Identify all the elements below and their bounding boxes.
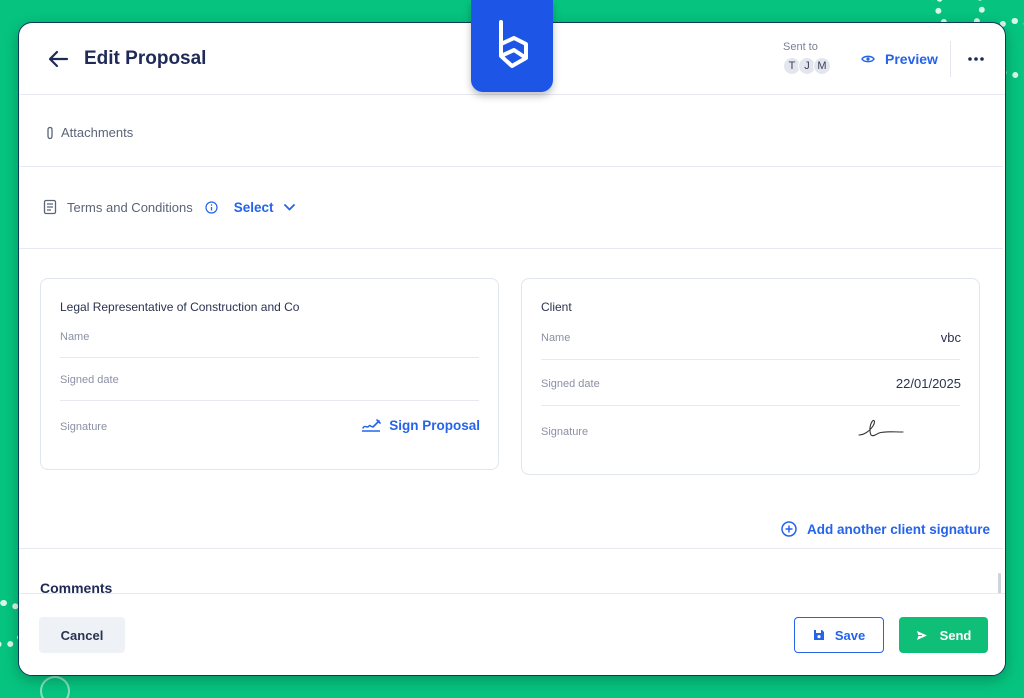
document-icon <box>43 199 57 215</box>
signature-pen-icon <box>362 418 382 432</box>
preview-label: Preview <box>885 51 938 67</box>
page-title: Edit Proposal <box>84 48 207 69</box>
eye-icon <box>861 55 875 63</box>
card-title: Legal Representative of Construction and… <box>60 300 300 314</box>
name-label: Name <box>541 332 571 344</box>
attachments-section: Attachments <box>19 95 1003 167</box>
save-label: Save <box>834 627 866 643</box>
editor-footer: Cancel Save Send <box>19 593 1005 675</box>
terms-select-dropdown[interactable]: Select <box>234 200 295 215</box>
terms-select-label: Select <box>233 199 274 215</box>
name-value: vbc <box>940 330 961 345</box>
sign-proposal-button[interactable]: Sign Proposal <box>361 418 480 433</box>
sign-proposal-label: Sign Proposal <box>389 418 480 433</box>
cube-logo-icon <box>471 0 553 92</box>
signed-date-value: 22/01/2025 <box>895 376 961 391</box>
more-horizontal-icon[interactable] <box>967 51 985 67</box>
add-signature-label: Add another client signature <box>807 521 991 537</box>
arrow-left-icon[interactable] <box>47 49 69 69</box>
client-signature-image <box>858 419 904 437</box>
terms-row: Terms and Conditions Select <box>43 199 295 215</box>
client-card: Client Name vbc Signed date 22/01/2025 S… <box>521 278 980 475</box>
comments-section: Comments <box>19 548 1003 595</box>
send-button[interactable]: Send <box>899 617 988 653</box>
name-label: Name <box>60 331 90 343</box>
floppy-disk-icon <box>813 630 824 640</box>
editor-content: Attachments Terms and Conditions Select <box>19 95 1003 595</box>
card-title: Client <box>541 300 572 314</box>
divider <box>60 400 479 401</box>
divider <box>541 359 960 360</box>
save-button[interactable]: Save <box>794 617 884 653</box>
circle-decoration <box>40 676 70 698</box>
paperclip-icon <box>47 126 53 139</box>
signed-date-label: Signed date <box>541 378 600 390</box>
cancel-button[interactable]: Cancel <box>39 617 125 653</box>
send-icon <box>916 630 927 640</box>
sent-to-label: Sent to <box>783 41 818 53</box>
legal-representative-card: Legal Representative of Construction and… <box>40 278 499 470</box>
avatar[interactable]: M <box>813 57 831 75</box>
recipient-avatars[interactable]: T J M <box>783 57 831 75</box>
divider <box>60 357 479 358</box>
send-label: Send <box>939 627 972 643</box>
signed-date-label: Signed date <box>60 374 119 386</box>
add-client-signature-button[interactable]: Add another client signature <box>781 521 990 537</box>
header-divider <box>950 41 951 77</box>
terms-section: Terms and Conditions Select <box>19 167 1003 249</box>
attachments-label: Attachments <box>61 125 134 140</box>
chevron-down-icon <box>283 203 295 211</box>
scrollbar[interactable] <box>998 573 1001 595</box>
terms-label: Terms and Conditions <box>67 199 193 215</box>
signature-label: Signature <box>60 421 108 433</box>
proposal-editor-window: Edit Proposal Sent to T J M Preview Atta… <box>18 22 1006 676</box>
preview-button[interactable]: Preview <box>861 51 938 67</box>
signature-label: Signature <box>541 426 589 438</box>
info-icon[interactable] <box>205 200 218 214</box>
attachments-link[interactable]: Attachments <box>45 125 133 140</box>
plus-circle-icon <box>781 521 797 537</box>
divider <box>541 405 960 406</box>
